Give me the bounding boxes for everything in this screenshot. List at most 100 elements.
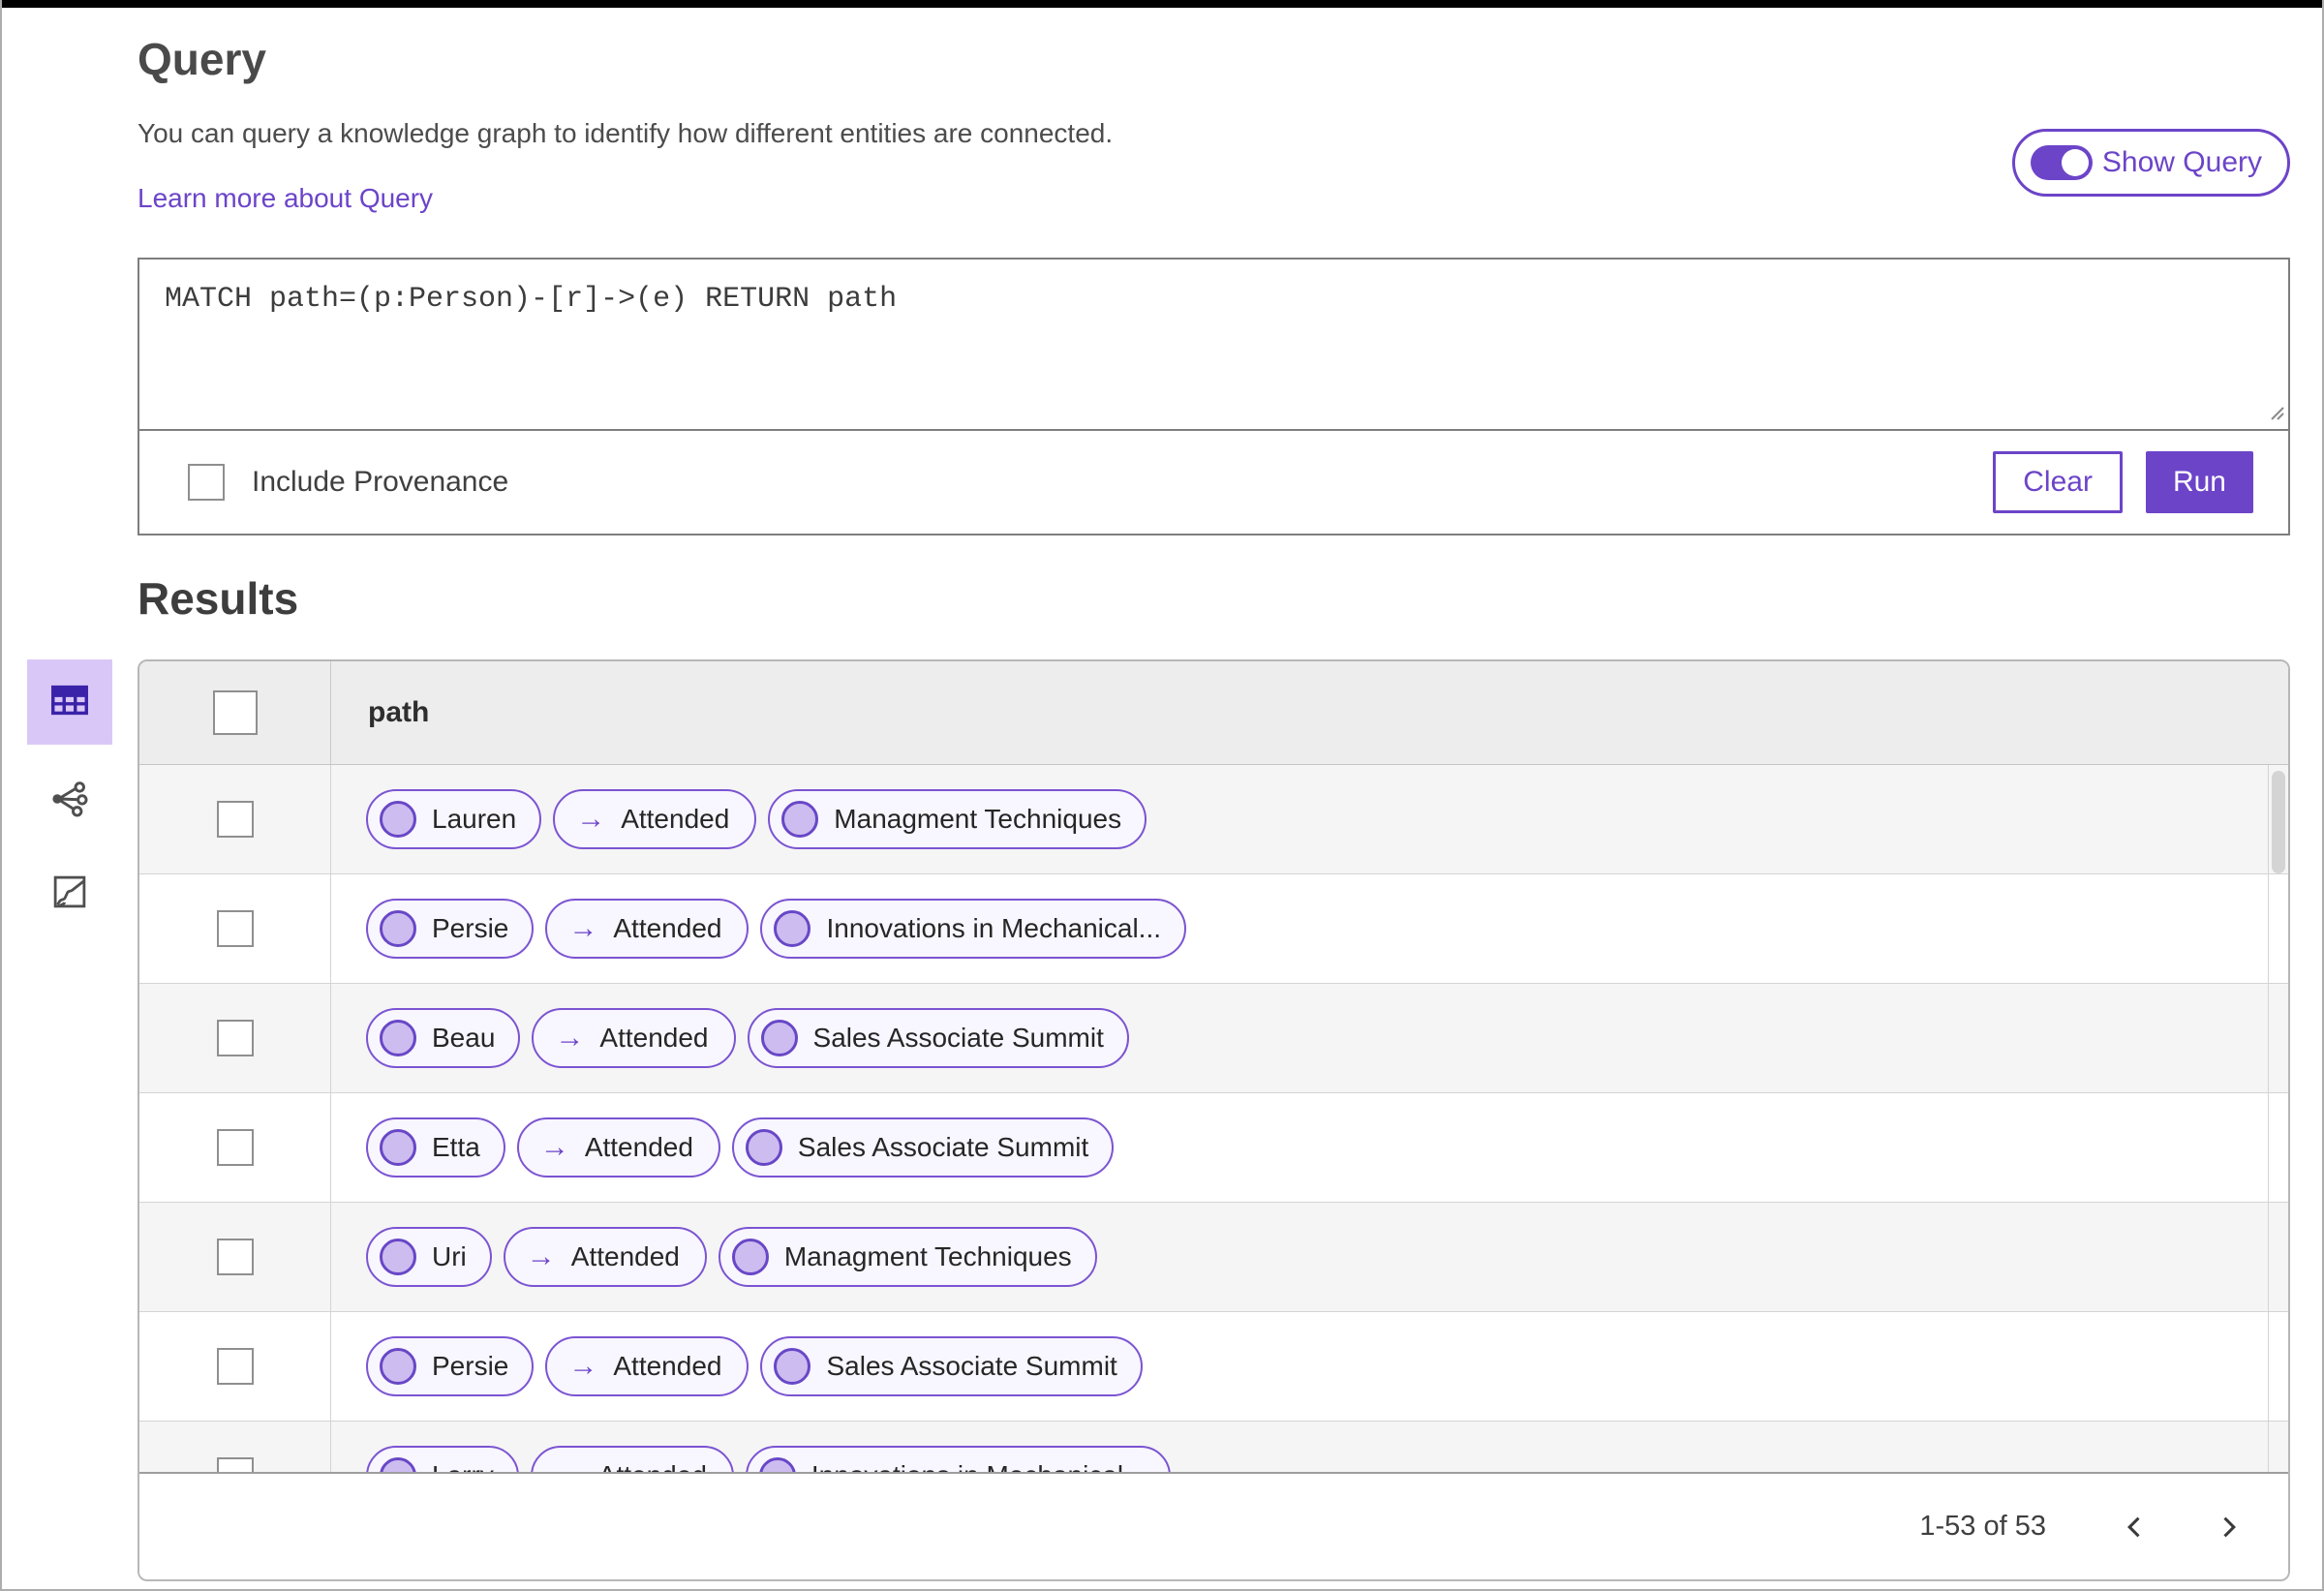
node-pill[interactable]: Innovations in Mechanical... bbox=[760, 899, 1187, 959]
run-button[interactable]: Run bbox=[2145, 451, 2253, 513]
node-pill[interactable]: Beau bbox=[366, 1008, 521, 1068]
query-section-header: Query You can query a knowledge graph to… bbox=[138, 8, 2290, 215]
node-circle-icon bbox=[380, 801, 416, 838]
table-view-button[interactable] bbox=[27, 659, 112, 745]
node-label: Etta bbox=[432, 1132, 480, 1162]
edge-label: Attended bbox=[570, 1241, 680, 1271]
chevron-left-icon bbox=[2127, 1516, 2140, 1537]
row-checkbox[interactable] bbox=[216, 1239, 254, 1275]
previous-page-button[interactable] bbox=[2114, 1506, 2156, 1548]
node-circle-icon bbox=[731, 1239, 769, 1275]
node-label: Uri bbox=[432, 1241, 467, 1271]
edge-pill[interactable]: → Attended bbox=[530, 1446, 734, 1472]
node-pill[interactable]: Lauren bbox=[366, 789, 542, 849]
table-scrollbar[interactable] bbox=[2268, 765, 2288, 1472]
edge-pill[interactable]: → Attended bbox=[532, 1008, 736, 1068]
map-view-button[interactable] bbox=[27, 851, 112, 936]
node-circle-icon bbox=[745, 1129, 782, 1166]
row-checkbox[interactable] bbox=[216, 1129, 254, 1166]
select-all-checkbox[interactable] bbox=[212, 690, 258, 735]
learn-more-link[interactable]: Learn more about Query bbox=[138, 182, 433, 215]
row-checkbox[interactable] bbox=[216, 1348, 254, 1385]
arrow-right-icon: → bbox=[576, 803, 606, 835]
node-label: Sales Associate Summit bbox=[826, 1351, 1117, 1381]
node-pill[interactable]: Persie bbox=[366, 1336, 535, 1396]
toggle-switch-icon[interactable] bbox=[2030, 145, 2093, 180]
pagination-range-label: 1-53 of 53 bbox=[1919, 1511, 2046, 1542]
node-pill[interactable]: Innovations in Mechanical... bbox=[745, 1446, 1172, 1472]
query-editor-input[interactable]: MATCH path=(p:Person)-[r]->(e) RETURN pa… bbox=[139, 260, 2288, 429]
arrow-right-icon: → bbox=[526, 1240, 556, 1272]
node-label: Innovations in Mechanical... bbox=[826, 913, 1162, 943]
graph-icon bbox=[48, 778, 91, 825]
node-pill[interactable]: Etta bbox=[366, 1117, 505, 1178]
path-column-header: path bbox=[368, 696, 430, 728]
node-label: Sales Associate Summit bbox=[797, 1132, 1089, 1162]
query-editor-card: MATCH path=(p:Person)-[r]->(e) RETURN pa… bbox=[138, 258, 2290, 535]
node-pill[interactable]: Sales Associate Summit bbox=[731, 1117, 1115, 1178]
table-row: Uri → Attended Managment Techniques bbox=[139, 1203, 2288, 1312]
include-provenance-checkbox[interactable] bbox=[188, 464, 225, 501]
window-top-edge bbox=[0, 0, 2324, 8]
edge-label: Attended bbox=[598, 1460, 707, 1472]
edge-label: Attended bbox=[584, 1132, 693, 1162]
table-rows-viewport: Lauren → Attended Managment Techniques Pe… bbox=[139, 765, 2288, 1472]
arrow-right-icon: → bbox=[568, 912, 598, 944]
edge-pill[interactable]: → Attended bbox=[503, 1227, 707, 1287]
edge-pill[interactable]: → Attended bbox=[553, 789, 757, 849]
node-circle-icon bbox=[781, 801, 819, 838]
next-page-button[interactable] bbox=[2207, 1506, 2249, 1548]
arrow-right-icon: → bbox=[555, 1022, 585, 1054]
node-pill[interactable]: Larry bbox=[366, 1446, 519, 1472]
edge-label: Attended bbox=[599, 1023, 709, 1053]
node-circle-icon bbox=[774, 1348, 811, 1385]
table-row: Lauren → Attended Managment Techniques bbox=[139, 765, 2288, 874]
node-pill[interactable]: Uri bbox=[366, 1227, 492, 1287]
edge-pill[interactable]: → Attended bbox=[516, 1117, 720, 1178]
edge-pill[interactable]: → Attended bbox=[545, 1336, 749, 1396]
node-label: Managment Techniques bbox=[834, 804, 1122, 834]
graph-view-button[interactable] bbox=[27, 758, 112, 843]
node-pill[interactable]: Persie bbox=[366, 899, 535, 959]
table-row: Persie → Attended Sales Associate Summit bbox=[139, 1312, 2288, 1422]
node-label: Innovations in Mechanical... bbox=[811, 1460, 1147, 1472]
scrollbar-thumb[interactable] bbox=[2272, 771, 2285, 873]
page-title: Query bbox=[138, 34, 266, 84]
row-checkbox[interactable] bbox=[216, 1020, 254, 1056]
node-label: Larry bbox=[432, 1460, 494, 1472]
node-pill[interactable]: Managment Techniques bbox=[718, 1227, 1097, 1287]
table-row: Etta → Attended Sales Associate Summit bbox=[139, 1093, 2288, 1203]
row-checkbox[interactable] bbox=[216, 910, 254, 947]
chevron-right-icon bbox=[2223, 1516, 2236, 1537]
node-label: Persie bbox=[432, 1351, 509, 1381]
node-circle-icon bbox=[380, 1239, 416, 1275]
clear-button[interactable]: Clear bbox=[1993, 451, 2123, 513]
show-query-toggle[interactable]: Show Query bbox=[2011, 129, 2290, 197]
table-header-row: path bbox=[139, 661, 2288, 765]
node-circle-icon bbox=[380, 1129, 416, 1166]
include-provenance-label: Include Provenance bbox=[252, 466, 509, 498]
query-description: You can query a knowledge graph to ident… bbox=[138, 118, 1114, 148]
results-pagination: 1-53 of 53 bbox=[139, 1472, 2288, 1579]
node-label: Managment Techniques bbox=[783, 1241, 1072, 1271]
node-circle-icon bbox=[380, 910, 416, 947]
arrow-right-icon: → bbox=[554, 1459, 583, 1472]
node-circle-icon bbox=[774, 910, 811, 947]
results-table-card: path Lauren → Attended Managment Techniqu… bbox=[138, 659, 2290, 1581]
node-label: Lauren bbox=[432, 804, 517, 834]
query-editor-wrap: MATCH path=(p:Person)-[r]->(e) RETURN pa… bbox=[139, 260, 2288, 431]
node-circle-icon bbox=[380, 1348, 416, 1385]
node-circle-icon bbox=[758, 1457, 796, 1472]
row-checkbox[interactable] bbox=[216, 1457, 254, 1472]
results-title: Results bbox=[138, 573, 299, 624]
edge-pill[interactable]: → Attended bbox=[545, 899, 749, 959]
map-icon bbox=[49, 872, 90, 917]
show-query-label: Show Query bbox=[2101, 146, 2262, 178]
table-row: Beau → Attended Sales Associate Summit bbox=[139, 984, 2288, 1093]
resize-grip-icon[interactable] bbox=[2266, 402, 2285, 426]
table-icon bbox=[47, 678, 92, 727]
row-checkbox[interactable] bbox=[216, 801, 254, 838]
node-pill[interactable]: Managment Techniques bbox=[768, 789, 1147, 849]
node-pill[interactable]: Sales Associate Summit bbox=[747, 1008, 1129, 1068]
node-pill[interactable]: Sales Associate Summit bbox=[760, 1336, 1143, 1396]
